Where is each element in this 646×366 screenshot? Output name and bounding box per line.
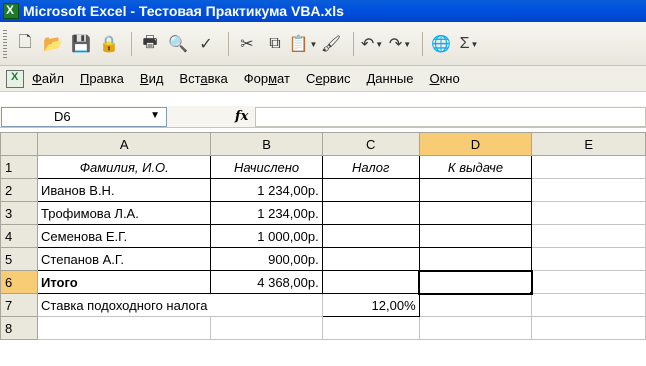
print-icon[interactable]: 🖶 [138,32,162,56]
toolbar-separator [228,32,229,56]
undo-icon[interactable]: ↶ ▼ [360,32,384,56]
cell-c3[interactable] [321,201,420,225]
cell-e8[interactable] [531,316,646,340]
cell-c1[interactable]: Налог [321,155,420,179]
cut-icon[interactable]: ✂ [235,32,259,56]
menu-window[interactable]: Окно [429,71,459,86]
paste-icon[interactable]: 📋 ▼ [289,32,318,56]
cell-e3[interactable] [531,201,646,225]
format-painter-icon[interactable]: 🖌 [319,32,343,56]
open-icon[interactable]: 📂 [41,32,65,56]
toolbar-separator [131,32,132,56]
cell-c8[interactable] [321,316,420,340]
cell-a5[interactable]: Степанов А.Г. [37,247,212,271]
row-header-6[interactable]: 6 [0,270,39,294]
worksheet-grid: A B C D E 1 Фамилия, И.О. Начислено Нало… [0,132,646,366]
cell-a1[interactable]: Фамилия, И.О. [37,155,212,179]
menu-insert[interactable]: Вставка [179,71,227,86]
cell-d7[interactable] [418,293,533,317]
toolbar-grip[interactable] [3,30,7,58]
workbook-icon[interactable] [6,69,24,88]
cell-d2[interactable] [418,178,533,202]
cell-d5[interactable] [418,247,533,271]
new-icon[interactable]: 🗋 [13,32,37,56]
row-header-4[interactable]: 4 [0,224,39,248]
column-header-e[interactable]: E [531,132,646,156]
toolbar-separator [422,32,423,56]
cell-b8[interactable] [210,316,323,340]
column-header-a[interactable]: A [37,132,212,156]
excel-app-icon[interactable] [3,3,19,19]
name-box-value: D6 [54,109,71,124]
insert-function-icon[interactable]: fx [235,109,255,124]
cell-c6[interactable] [321,270,420,294]
cell-b4[interactable]: 1 000,00р. [210,224,323,248]
window-title: Microsoft Excel - Тестовая Практикума VB… [23,3,344,19]
cell-e2[interactable] [531,178,646,202]
cell-a4[interactable]: Семенова Е.Г. [37,224,212,248]
menu-file[interactable]: Файл [32,71,64,86]
cell-d3[interactable] [418,201,533,225]
cell-d6-active[interactable] [418,269,533,295]
cell-a8[interactable] [37,316,212,340]
redo-icon[interactable]: ↷ ▼ [388,32,412,56]
cell-a2[interactable]: Иванов В.Н. [37,178,212,202]
row-header-3[interactable]: 3 [0,201,39,225]
name-box[interactable]: D6 ▼ [1,106,167,127]
hyperlink-icon[interactable]: 🌐 [429,32,453,56]
formula-input[interactable] [255,106,646,127]
chevron-down-icon[interactable]: ▼ [150,110,160,121]
cell-c7[interactable]: 12,00% [321,293,420,317]
save-icon[interactable]: 💾 [69,32,93,56]
cell-e4[interactable] [531,224,646,248]
cell-e6[interactable] [531,270,646,294]
cell-c2[interactable] [321,178,420,202]
autosum-icon[interactable]: Σ ▼ [457,32,481,56]
cell-a6[interactable]: Итого [37,270,212,294]
print-preview-icon[interactable]: 🔍 [166,32,190,56]
menu-edit[interactable]: Правка [80,71,124,86]
sheet-table: A B C D E 1 Фамилия, И.О. Начислено Нало… [0,132,646,340]
row-header-2[interactable]: 2 [0,178,39,202]
row-header-5[interactable]: 5 [0,247,39,271]
copy-icon[interactable]: ⧉ [263,32,287,56]
cell-c4[interactable] [321,224,420,248]
column-header-b[interactable]: B [210,132,323,156]
cell-a7[interactable]: Ставка подоходного налога [37,293,211,317]
formula-bar: D6 ▼ fx [0,106,646,128]
row-header-8[interactable]: 8 [0,316,39,340]
row-header-1[interactable]: 1 [0,155,39,179]
cell-b7[interactable] [210,293,323,317]
menu-bar: Файл Правка Вид Вставка Формат Сервис Да… [0,66,646,92]
standard-toolbar: 🗋 📂 💾 🔒 🖶 🔍 ✓ ✂ ⧉ 📋 ▼ 🖌 ↶ ▼ ↷ ▼ 🌐 Σ ▼ [0,22,646,66]
cell-b3[interactable]: 1 234,00р. [210,201,323,225]
toolbar-separator [353,32,354,56]
select-all-corner[interactable] [0,132,39,156]
menu-view[interactable]: Вид [140,71,164,86]
cell-c5[interactable] [321,247,420,271]
cell-d8[interactable] [418,316,533,340]
cell-d1[interactable]: К выдаче [418,155,533,179]
cell-e7[interactable] [531,293,646,317]
cell-e1[interactable] [531,155,646,179]
cell-e5[interactable] [531,247,646,271]
menu-format[interactable]: Формат [244,71,290,86]
column-header-c[interactable]: C [321,132,420,156]
menu-tools[interactable]: Сервис [306,71,351,86]
cell-b1[interactable]: Начислено [210,155,323,179]
cell-b6[interactable]: 4 368,00р. [210,270,323,294]
permission-icon[interactable]: 🔒 [97,32,121,56]
title-bar: Microsoft Excel - Тестовая Практикума VB… [0,0,646,22]
cell-a3[interactable]: Трофимова Л.А. [37,201,212,225]
fill-handle[interactable] [528,290,530,292]
row-header-7[interactable]: 7 [0,293,39,317]
spelling-icon[interactable]: ✓ [194,32,218,56]
cell-b5[interactable]: 900,00р. [210,247,323,271]
cell-b2[interactable]: 1 234,00р. [210,178,323,202]
menu-data[interactable]: Данные [366,71,413,86]
cell-d4[interactable] [418,224,533,248]
column-header-d[interactable]: D [418,132,533,156]
